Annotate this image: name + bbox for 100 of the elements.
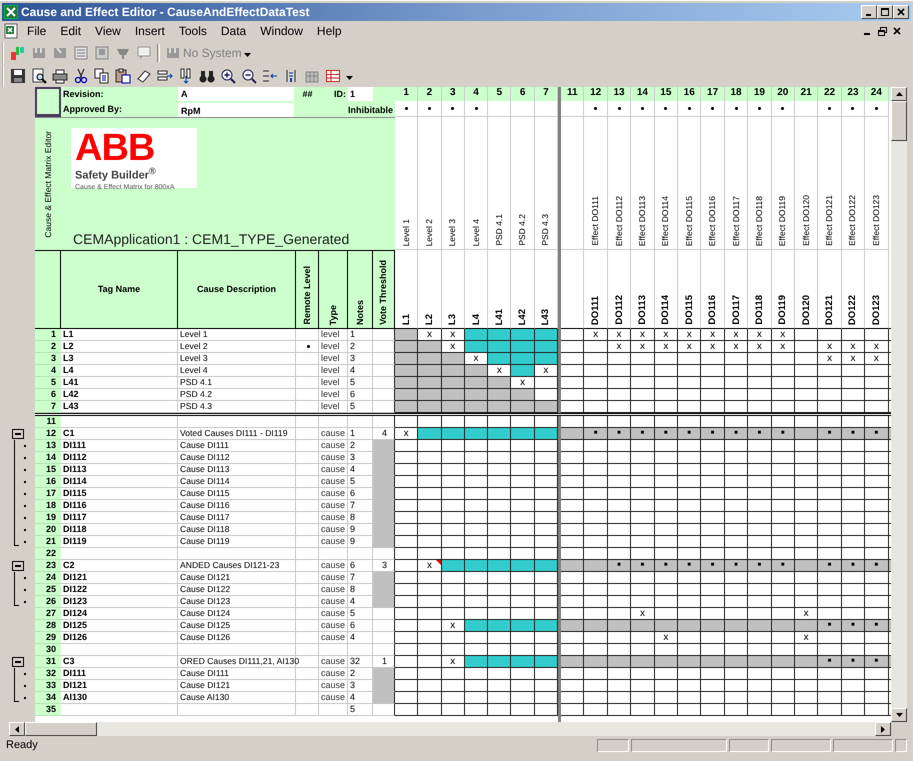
column-number[interactable]: 19 <box>748 87 772 101</box>
merge-icon[interactable] <box>262 68 278 84</box>
scroll-down-button[interactable] <box>891 708 907 722</box>
maximize-button[interactable] <box>877 5 893 19</box>
column-number[interactable]: 1 <box>395 87 418 101</box>
row-number[interactable]: 6 <box>35 389 61 401</box>
menu-item[interactable]: Edit <box>53 23 88 39</box>
row-number[interactable]: 14 <box>35 452 61 464</box>
column-number[interactable]: 2 <box>418 87 442 101</box>
row-number[interactable]: 17 <box>35 488 61 500</box>
down-arrow-icon[interactable] <box>896 713 902 717</box>
scroll-thumb[interactable] <box>25 722 97 736</box>
matrix-cell[interactable]: x <box>794 632 818 644</box>
row-number[interactable]: 27 <box>35 608 61 620</box>
matrix-cell[interactable]: x <box>631 329 655 341</box>
menu-item[interactable]: Data <box>214 23 254 39</box>
column-number[interactable]: 12 <box>584 87 608 101</box>
row-number[interactable]: 18 <box>35 500 61 512</box>
row-number[interactable]: 24 <box>35 572 61 584</box>
row-number[interactable]: 12 <box>35 428 61 440</box>
column-number[interactable]: 22 <box>818 87 842 101</box>
row-number[interactable]: 28 <box>35 620 61 632</box>
column-number[interactable]: 13 <box>608 87 632 101</box>
row-number[interactable]: 11 <box>35 416 61 428</box>
row-number[interactable]: 7 <box>35 401 61 413</box>
column-number[interactable]: 17 <box>701 87 725 101</box>
matrix-cell[interactable]: x <box>724 329 748 341</box>
matrix-cell[interactable]: x <box>724 341 748 353</box>
collapse-button[interactable] <box>12 561 24 571</box>
matrix-cell[interactable]: x <box>631 341 655 353</box>
selected-cell[interactable] <box>35 87 61 117</box>
column-number[interactable]: 11 <box>561 87 584 101</box>
column-number[interactable]: 21 <box>794 87 818 101</box>
row-number[interactable]: 21 <box>35 536 61 548</box>
column-number[interactable]: 4 <box>464 87 488 101</box>
row-number[interactable]: 31 <box>35 656 61 668</box>
matrix-cell[interactable]: x <box>748 329 772 341</box>
row-number[interactable]: 26 <box>35 596 61 608</box>
up-arrow-icon[interactable] <box>896 92 902 96</box>
row-number[interactable]: 23 <box>35 560 61 572</box>
row-number[interactable]: 2 <box>35 341 61 353</box>
letters-icon[interactable] <box>10 45 26 61</box>
row-number[interactable]: 15 <box>35 464 61 476</box>
row-number[interactable]: 16 <box>35 476 61 488</box>
row-number[interactable]: 33 <box>35 680 61 692</box>
row-number[interactable]: 34 <box>35 692 61 704</box>
matrix-cell[interactable]: x <box>608 341 632 353</box>
matrix-cell[interactable]: x <box>534 365 558 377</box>
binoculars-icon[interactable] <box>199 68 215 84</box>
eraser-icon[interactable] <box>136 68 152 84</box>
copy-icon[interactable] <box>94 68 110 84</box>
close-icon[interactable] <box>897 8 905 16</box>
list-icon[interactable] <box>73 45 89 61</box>
column-number[interactable]: 20 <box>772 87 795 101</box>
matrix-cell[interactable]: x <box>772 329 795 341</box>
close-icon[interactable] <box>893 27 901 35</box>
menu-item[interactable]: Insert <box>128 23 172 39</box>
zoom-out-icon[interactable] <box>241 68 257 84</box>
menu-item[interactable]: View <box>88 23 128 39</box>
matrix-cell[interactable]: x <box>678 329 702 341</box>
matrix-cell[interactable]: x <box>701 341 725 353</box>
row-number[interactable]: 13 <box>35 440 61 452</box>
column-number[interactable]: 18 <box>724 87 748 101</box>
column-number[interactable]: 15 <box>654 87 678 101</box>
column-number[interactable]: 6 <box>511 87 535 101</box>
matrix-cell[interactable]: x <box>818 353 842 365</box>
matrix-cell[interactable]: x <box>654 329 678 341</box>
row-number[interactable]: 3 <box>35 353 61 365</box>
minimize-button[interactable] <box>861 5 877 19</box>
menu-item[interactable]: File <box>20 23 54 39</box>
row-number[interactable]: 1 <box>35 329 61 341</box>
column-number[interactable]: 7 <box>534 87 558 101</box>
menu-item[interactable]: Tools <box>172 23 214 39</box>
row-number[interactable]: 32 <box>35 668 61 680</box>
close-button[interactable] <box>893 5 909 19</box>
print-preview-icon[interactable] <box>31 68 47 84</box>
row-number[interactable]: 30 <box>35 644 61 656</box>
save-icon[interactable] <box>10 68 26 84</box>
matrix-cell[interactable]: x <box>584 329 608 341</box>
column-number[interactable]: 3 <box>442 87 465 101</box>
row-number[interactable]: 4 <box>35 365 61 377</box>
matrix-cell[interactable]: x <box>842 341 866 353</box>
scroll-thumb[interactable] <box>891 101 907 141</box>
maximize-icon[interactable] <box>881 8 889 16</box>
collapse-button[interactable] <box>12 657 24 667</box>
table-icon[interactable] <box>325 68 341 84</box>
collapse-button[interactable] <box>12 429 24 439</box>
zoom-in-icon[interactable] <box>220 68 236 84</box>
right-arrow-icon[interactable] <box>881 726 885 732</box>
column-number[interactable]: 24 <box>865 87 889 101</box>
row-number[interactable]: 20 <box>35 524 61 536</box>
row-number[interactable]: 25 <box>35 584 61 596</box>
row-number[interactable]: 5 <box>35 377 61 389</box>
left-arrow-icon[interactable] <box>15 726 19 732</box>
column-number[interactable]: 16 <box>678 87 702 101</box>
print-icon[interactable] <box>52 68 68 84</box>
paste-icon[interactable] <box>115 68 131 84</box>
scroll-up-button[interactable] <box>891 87 907 101</box>
matrix-cell[interactable]: x <box>608 329 632 341</box>
matrix-cell[interactable]: x <box>654 632 678 644</box>
